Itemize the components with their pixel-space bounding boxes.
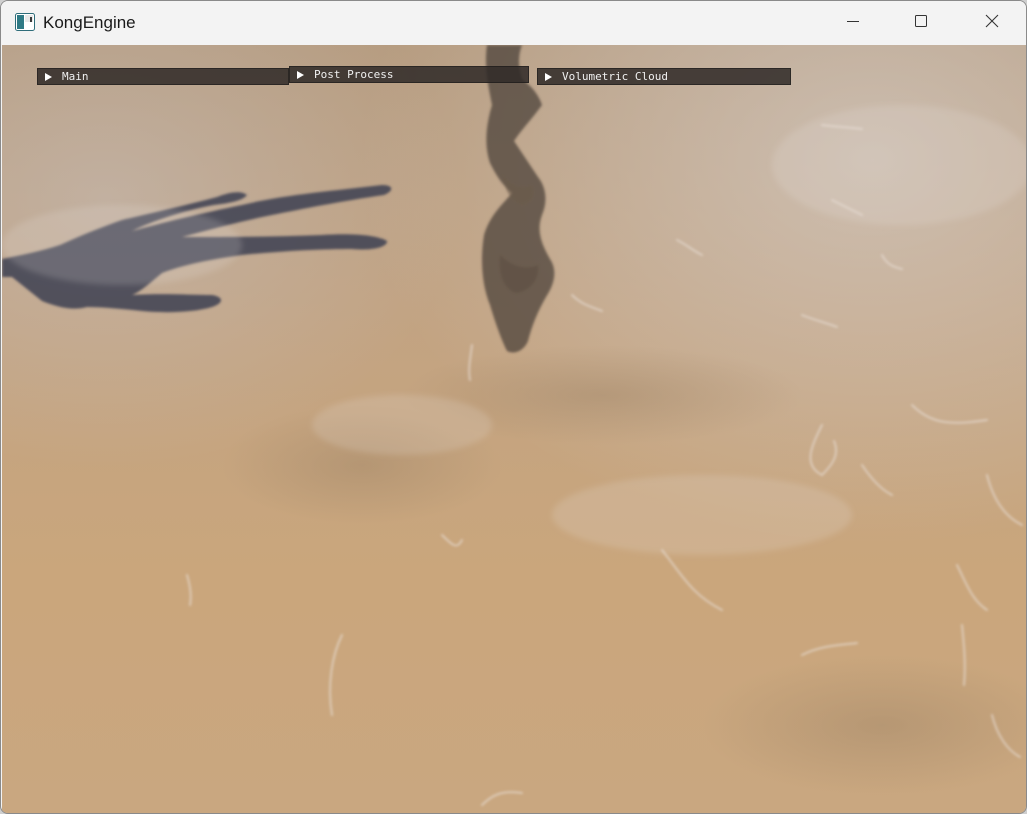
panel-header-label: Main bbox=[62, 70, 89, 83]
title-bar[interactable]: KongEngine bbox=[1, 1, 1026, 45]
close-button[interactable] bbox=[958, 1, 1026, 45]
app-window-icon bbox=[15, 13, 35, 31]
collapse-arrow-icon bbox=[45, 73, 52, 81]
maximize-icon bbox=[913, 13, 929, 34]
panel-header-label: Post Process bbox=[314, 68, 394, 81]
app-window: KongEngine Main Post Process Volumetric … bbox=[0, 0, 1027, 814]
maximize-button[interactable] bbox=[887, 1, 955, 45]
panel-header-post-process[interactable]: Post Process bbox=[289, 66, 529, 83]
collapse-arrow-icon bbox=[297, 71, 304, 79]
window-title: KongEngine bbox=[43, 13, 136, 32]
render-viewport[interactable]: Main Post Process Volumetric Cloud bbox=[2, 45, 1026, 813]
minimize-icon bbox=[845, 13, 861, 34]
collapse-arrow-icon bbox=[545, 73, 552, 81]
panel-header-main[interactable]: Main bbox=[37, 68, 289, 85]
close-icon bbox=[984, 13, 1000, 34]
minimize-button[interactable] bbox=[819, 1, 887, 45]
panel-header-label: Volumetric Cloud bbox=[562, 70, 668, 83]
panel-header-volumetric-cloud[interactable]: Volumetric Cloud bbox=[537, 68, 791, 85]
scene-render bbox=[2, 45, 1026, 813]
